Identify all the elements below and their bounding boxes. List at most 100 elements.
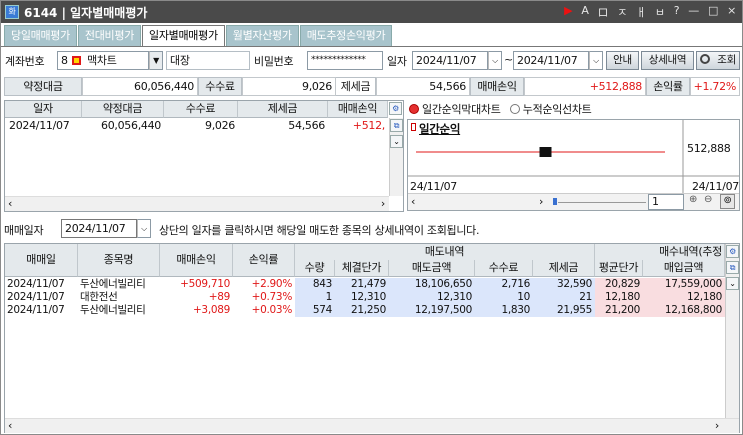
window-title: 6144 | 일자별매매평가 (24, 5, 148, 20)
x-start-label: 24/11/07 (410, 180, 458, 193)
col-fee[interactable]: 수수료 (164, 101, 238, 118)
date-from-dropdown-icon[interactable]: ⌵ (488, 51, 502, 70)
search-button[interactable]: 조회 (696, 51, 740, 70)
detail-filter: 매매일자 2024/11/07 ⌵ 상단의 일자를 클릭하시면 해당일 매도한 … (4, 218, 740, 240)
zoom-in-icon[interactable]: ⊕ (689, 194, 697, 205)
date-to-dropdown-icon[interactable]: ⌵ (589, 51, 603, 70)
screen-icon[interactable]: ロ (598, 4, 609, 20)
radio-selected-icon (409, 104, 419, 114)
cell-qty: 574 (295, 304, 335, 317)
detail-button[interactable]: 상세내역 (641, 51, 694, 70)
scroll-down-icon[interactable]: ⌄ (390, 135, 403, 148)
cell-date: 2024/11/07 (7, 304, 65, 316)
chart-slider-thumb[interactable] (553, 198, 557, 205)
detail-scroll-right-icon[interactable]: › (715, 419, 719, 432)
col-sell-amount[interactable]: 매도금액 (389, 260, 475, 277)
account-color-icon (71, 56, 81, 65)
cell-buy-amt: 12,180 (643, 291, 725, 304)
cell-qty: 1 (295, 291, 335, 304)
col-sell-tax[interactable]: 제세금 (533, 260, 595, 277)
table-settings-icon[interactable]: ⚙ (389, 102, 402, 115)
tab-divider (1, 46, 742, 47)
cell-pnl: +89 (208, 291, 231, 303)
app-icon: 화 (5, 5, 19, 19)
chart-page-input[interactable]: 1 (648, 194, 684, 210)
option-line-chart[interactable]: 누적순익선차트 (509, 103, 592, 116)
row-fee: 9,026 (205, 119, 235, 132)
col-trade-date[interactable]: 매매일 (5, 244, 78, 277)
chart-options: 일간순익막대차트 누적순익선차트 (409, 101, 739, 117)
col-sell-fee[interactable]: 수수료 (475, 260, 533, 277)
play-icon[interactable]: ▶ (564, 4, 572, 20)
scroll-left-icon[interactable]: ‹ (8, 197, 12, 210)
trade-date-input[interactable]: 2024/11/07 (61, 219, 137, 238)
chart-slider-track[interactable] (558, 202, 646, 203)
tab-daily-trade[interactable]: 당일매매평가 (4, 25, 77, 46)
cell-buy-amt: 12,168,800 (643, 304, 725, 317)
account-dropdown-icon[interactable]: ▼ (149, 51, 163, 70)
chart-scroll-left-icon[interactable]: ‹ (411, 195, 415, 208)
zoom-out-icon[interactable]: ⊖ (704, 194, 712, 205)
cell-price: 12,310 (335, 291, 389, 304)
zoom-reset-icon[interactable]: ⊚ (720, 194, 735, 209)
password-input[interactable]: ************* (307, 51, 383, 70)
font-size-icon[interactable]: A (581, 4, 589, 20)
daily-vscroll[interactable]: ⧉ ⌄ (389, 118, 403, 196)
cell-sell-amt: 12,197,500 (389, 304, 475, 317)
trade-date-label: 매매일자 (4, 224, 44, 237)
cell-price: 21,250 (335, 304, 389, 317)
date-to-input[interactable]: 2024/11/07 (513, 51, 589, 70)
tax-value: 54,566 (376, 77, 470, 96)
col-contract[interactable]: 약정대금 (82, 101, 164, 118)
chart-bar[interactable] (539, 147, 552, 157)
scroll-right-icon[interactable]: › (381, 197, 385, 210)
filter-row: 계좌번호 8 맥차트 ▼ 대장 비밀번호 ************* 일자 20… (1, 50, 742, 72)
col-tax[interactable]: 제세금 (238, 101, 328, 118)
tab-monthly-assets[interactable]: 월별자산평가 (225, 25, 299, 46)
help-icon[interactable]: ? (674, 4, 680, 20)
guide-button[interactable]: 안내 (606, 51, 639, 70)
detail-settings-icon[interactable]: ⚙ (726, 245, 739, 258)
fee-label: 수수료 (198, 77, 242, 96)
col-stock-name[interactable]: 종목명 (78, 244, 160, 277)
mark-icon[interactable]: ㅐ (636, 4, 646, 20)
col-avg-price[interactable]: 평균단가 (595, 260, 643, 277)
col-qty[interactable]: 수량 (295, 260, 335, 277)
detail-scroll-down-icon[interactable]: ⌄ (726, 277, 739, 290)
buy-group-header: 매수내역(추정 (595, 244, 725, 261)
account-field[interactable]: 8 맥차트 (57, 51, 149, 70)
cell-tax: 21 (533, 291, 595, 304)
tab-prev-day[interactable]: 전대비평가 (77, 25, 142, 46)
cell-sell-amt: 12,310 (389, 291, 475, 304)
col-price[interactable]: 체결단가 (335, 260, 389, 277)
col-pnl[interactable]: 매매손익 (328, 101, 388, 118)
cell-qty: 843 (295, 278, 335, 291)
link-icon[interactable]: ㅈ (617, 4, 627, 20)
detail-scroll-left-icon[interactable]: ‹ (8, 419, 12, 432)
contract-value: 60,056,440 (82, 77, 198, 96)
cell-fee: 2,716 (475, 278, 533, 291)
cell-name: 대한전선 (80, 291, 118, 303)
detail-hscroll[interactable]: ‹ › (5, 418, 739, 433)
title-bar[interactable]: 화 6144 | 일자별매매평가 ▶ A ロ ㅈ ㅐ ㅂ ? — □ × (1, 1, 742, 23)
print-icon[interactable]: ㅂ (655, 4, 665, 20)
trade-date-dropdown-icon[interactable]: ⌵ (137, 219, 151, 238)
tab-by-date[interactable]: 일자별매매평가 (142, 25, 225, 47)
detail-vscroll[interactable]: ⚙ ⧉ ⌄ (725, 244, 739, 419)
minimize-icon[interactable]: — (688, 4, 699, 20)
close-icon[interactable]: × (727, 4, 736, 20)
detail-copy-icon[interactable]: ⧉ (726, 261, 739, 274)
col-buy-amount[interactable]: 매입금액 (643, 260, 725, 277)
daily-hscroll[interactable]: ‹ › (5, 196, 389, 211)
col-trade-rate[interactable]: 손익률 (233, 244, 295, 277)
date-from-input[interactable]: 2024/11/07 (412, 51, 488, 70)
option-bar-chart[interactable]: 일간순익막대차트 (409, 103, 501, 116)
copy-icon[interactable]: ⧉ (390, 119, 403, 132)
row-pnl: +512, (352, 119, 386, 132)
maximize-icon[interactable]: □ (708, 4, 718, 20)
col-date[interactable]: 일자 (5, 101, 82, 118)
account-type: 맥차트 (87, 54, 117, 67)
col-trade-pnl[interactable]: 매매손익 (160, 244, 233, 277)
tab-sell-estimate[interactable]: 매도추정손익평가 (299, 25, 393, 46)
chart-scroll-right-icon[interactable]: › (539, 195, 543, 208)
